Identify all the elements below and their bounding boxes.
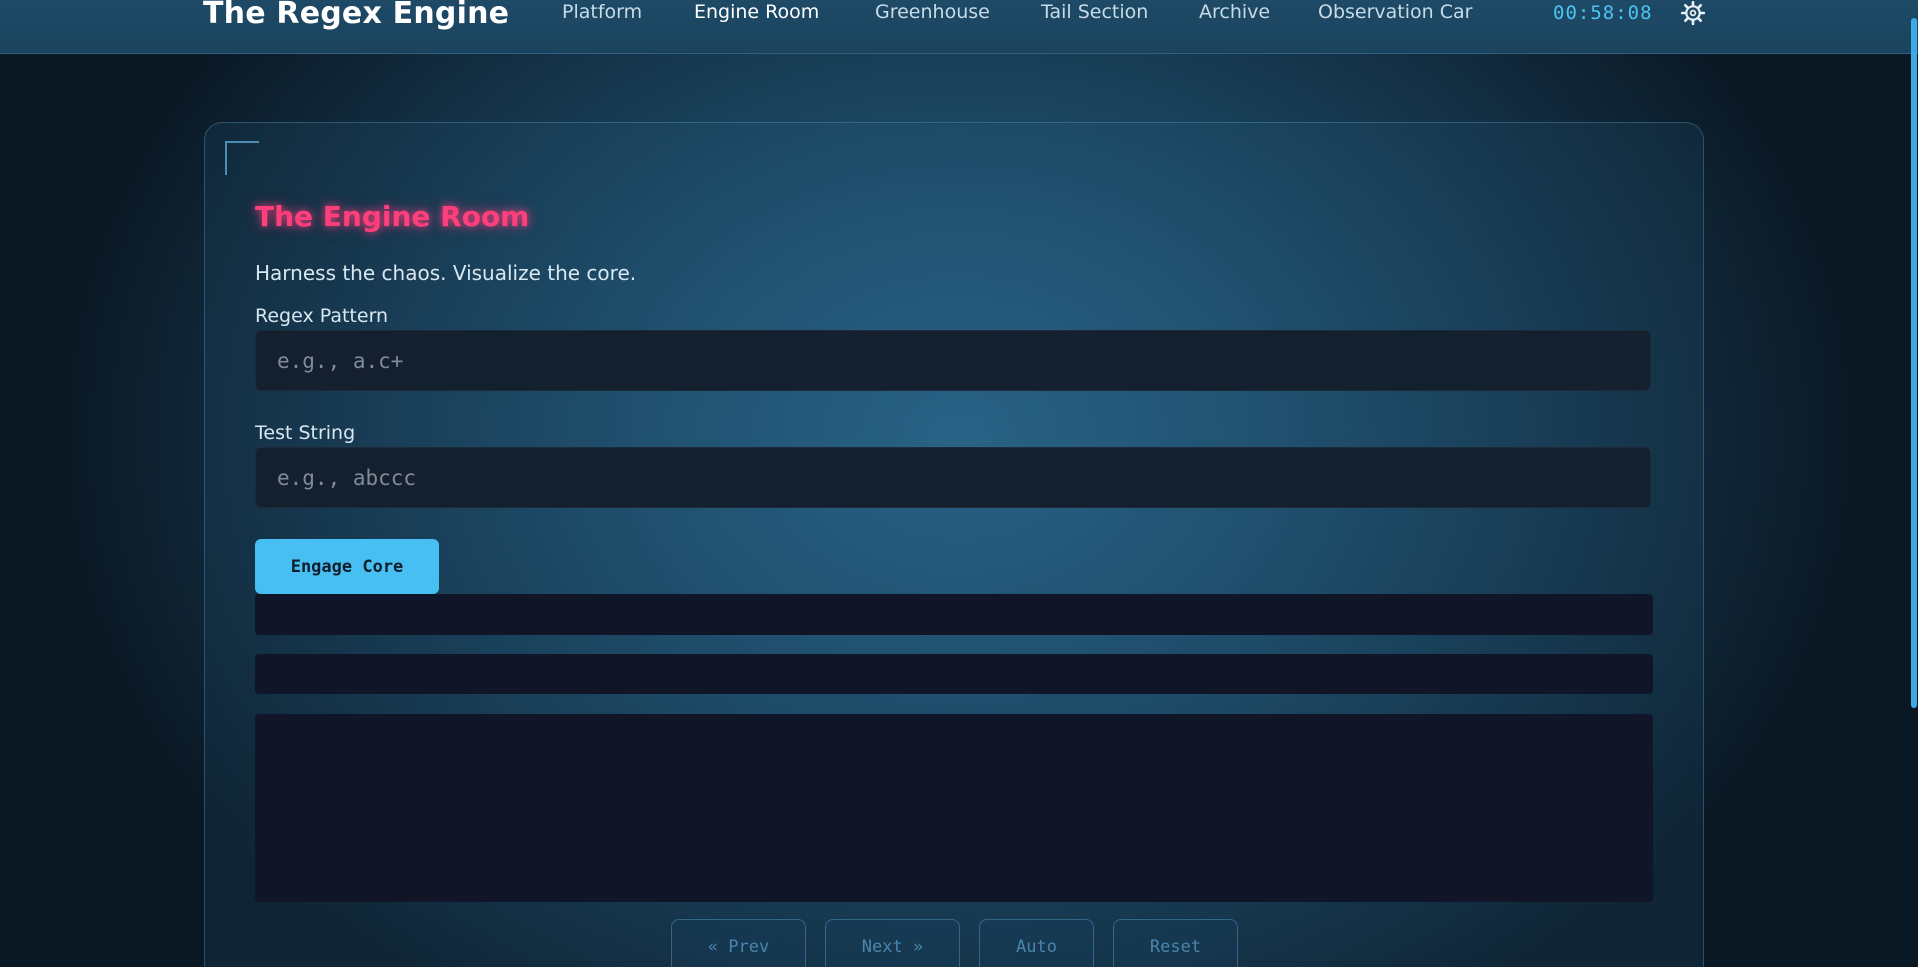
nav-link-engine-room[interactable]: Engine Room	[694, 1, 819, 23]
scrollbar-thumb[interactable]	[1911, 18, 1917, 708]
engine-room-panel: The Engine Room Harness the chaos. Visua…	[204, 122, 1704, 967]
corner-bracket-decoration	[225, 141, 259, 175]
nav-link-platform[interactable]: Platform	[562, 1, 642, 23]
test-string-label: Test String	[255, 422, 356, 444]
test-string-input[interactable]	[255, 447, 1651, 508]
prev-step-button[interactable]: « Prev	[671, 919, 806, 967]
page-title: The Engine Room	[255, 200, 530, 233]
nav-link-tail-section[interactable]: Tail Section	[1041, 1, 1148, 23]
regex-pattern-input[interactable]	[255, 330, 1651, 391]
nav-link-greenhouse[interactable]: Greenhouse	[875, 1, 990, 23]
session-clock: 00:58:08	[1553, 2, 1653, 24]
step-status-bar	[255, 654, 1653, 694]
nav-link-observation-car[interactable]: Observation Car	[1318, 1, 1472, 23]
page-scrollbar[interactable]	[1910, 0, 1918, 967]
nav-link-archive[interactable]: Archive	[1199, 1, 1270, 23]
engage-core-button[interactable]: Engage Core	[255, 539, 439, 594]
brand-title[interactable]: The Regex Engine	[203, 0, 509, 31]
auto-play-button[interactable]: Auto	[979, 919, 1094, 967]
reset-button[interactable]: Reset	[1113, 919, 1238, 967]
next-step-button[interactable]: Next »	[825, 919, 960, 967]
page-subtitle: Harness the chaos. Visualize the core.	[255, 261, 637, 285]
gear-icon[interactable]	[1680, 0, 1706, 26]
regex-pattern-label: Regex Pattern	[255, 305, 389, 327]
top-navigation-bar: The Regex Engine Platform Engine Room Gr…	[0, 0, 1918, 54]
match-result-bar	[255, 594, 1653, 635]
visualization-area	[255, 714, 1653, 902]
